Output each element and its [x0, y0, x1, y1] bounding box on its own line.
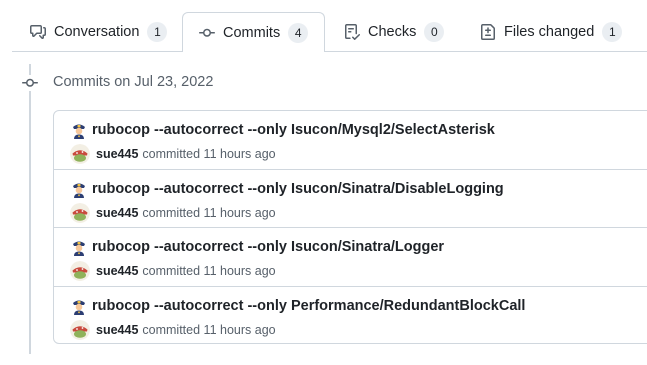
- tab-bar-divider: [12, 51, 647, 52]
- pr-tab-bar: Conversation 1 Commits 4 Checks 0 Files …: [0, 0, 647, 52]
- commit-title-link[interactable]: rubocop --autocorrect --only Isucon/Sina…: [70, 180, 504, 198]
- commit-title-link[interactable]: rubocop --autocorrect --only Isucon/Sina…: [70, 238, 444, 256]
- police-officer-emoji-icon: [70, 180, 88, 198]
- commit-meta: sue445 committed 11 hours ago: [70, 261, 276, 281]
- commit-action: committed: [142, 205, 201, 220]
- comment-discussion-icon: [30, 24, 46, 40]
- commit-meta: sue445 committed 11 hours ago: [70, 144, 276, 164]
- commit-author-link[interactable]: sue445: [96, 323, 138, 337]
- tab-checks[interactable]: Checks 0: [328, 12, 460, 51]
- file-diff-icon: [480, 23, 496, 40]
- commit-title-link[interactable]: rubocop --autocorrect --only Isucon/Mysq…: [70, 121, 495, 139]
- pull-request-commits-page: Conversation 1 Commits 4 Checks 0 Files …: [0, 0, 647, 365]
- commit-time: 11 hours ago: [203, 322, 276, 337]
- commit-message[interactable]: rubocop --autocorrect --only Isucon/Mysq…: [92, 122, 495, 138]
- commit-action: committed: [142, 322, 201, 337]
- commit-meta: sue445 committed 11 hours ago: [70, 202, 276, 223]
- police-officer-emoji-icon: [70, 238, 88, 256]
- commit-author-link[interactable]: sue445: [96, 147, 138, 161]
- commit-row: rubocop --autocorrect --only Isucon/Sina…: [54, 228, 647, 287]
- git-commit-icon: [199, 25, 215, 41]
- commit-author-link[interactable]: sue445: [96, 206, 138, 220]
- commit-row: rubocop --autocorrect --only Isucon/Mysq…: [54, 111, 647, 170]
- tab-checks-count: 0: [424, 21, 445, 42]
- commits-date-heading: Commits on Jul 23, 2022: [53, 74, 214, 90]
- police-officer-emoji-icon: [70, 297, 88, 315]
- tab-conversation-count: 1: [147, 21, 168, 42]
- tab-commits-label: Commits: [223, 24, 281, 41]
- commit-message[interactable]: rubocop --autocorrect --only Isucon/Sina…: [92, 181, 504, 197]
- commit-meta: sue445 committed 11 hours ago: [70, 319, 276, 340]
- tab-conversation[interactable]: Conversation 1: [14, 12, 183, 51]
- tab-commits[interactable]: Commits 4: [182, 12, 326, 52]
- commit-message[interactable]: rubocop --autocorrect --only Performance…: [92, 298, 525, 314]
- tab-files-changed-label: Files changed: [504, 23, 595, 40]
- avatar[interactable]: [70, 144, 90, 164]
- commit-time: 11 hours ago: [203, 147, 276, 161]
- avatar[interactable]: [70, 202, 90, 223]
- avatar[interactable]: [70, 261, 90, 281]
- tab-commits-count: 4: [288, 22, 309, 43]
- police-officer-emoji-icon: [70, 121, 88, 139]
- commit-time: 11 hours ago: [203, 264, 276, 278]
- tab-conversation-label: Conversation: [54, 23, 140, 40]
- checklist-icon: [344, 23, 360, 40]
- commit-message[interactable]: rubocop --autocorrect --only Isucon/Sina…: [92, 239, 444, 255]
- timeline-line: [29, 64, 31, 354]
- commit-row: rubocop --autocorrect --only Performance…: [54, 287, 647, 344]
- git-commit-icon: [22, 75, 38, 91]
- commit-action: committed: [142, 147, 201, 161]
- commit-author-link[interactable]: sue445: [96, 264, 138, 278]
- commit-action: committed: [142, 264, 201, 278]
- commit-title-link[interactable]: rubocop --autocorrect --only Performance…: [70, 297, 525, 315]
- avatar[interactable]: [70, 319, 90, 340]
- commit-row: rubocop --autocorrect --only Isucon/Sina…: [54, 170, 647, 228]
- commit-list: rubocop --autocorrect --only Isucon/Mysq…: [53, 110, 647, 344]
- tab-checks-label: Checks: [368, 23, 417, 40]
- commit-time: 11 hours ago: [203, 205, 276, 220]
- tab-files-changed-count: 1: [602, 21, 623, 42]
- tab-files-changed[interactable]: Files changed 1: [464, 12, 638, 51]
